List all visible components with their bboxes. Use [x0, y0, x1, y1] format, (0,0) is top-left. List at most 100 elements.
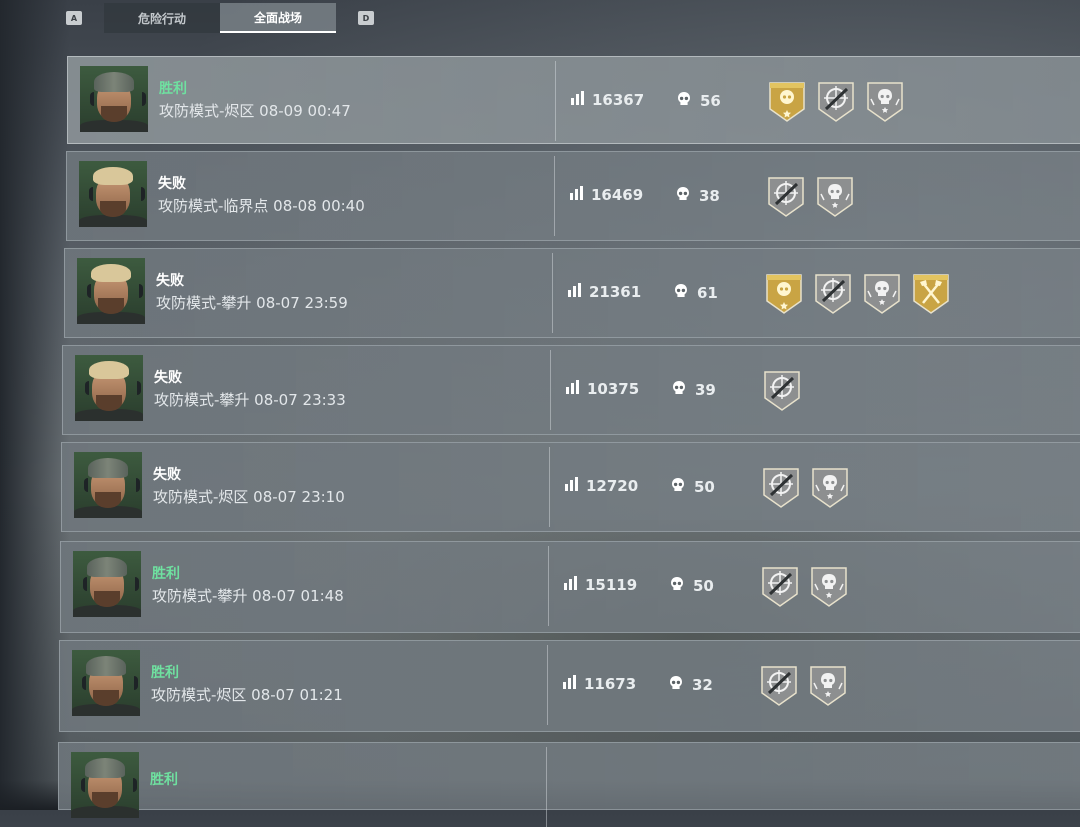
- score-value: 11673: [584, 675, 637, 693]
- skull-star-medal-icon[interactable]: [810, 566, 848, 608]
- crosshair-rifle-medal-icon[interactable]: [817, 81, 855, 123]
- crosshair-rifle-medal-icon[interactable]: [761, 566, 799, 608]
- medal-list: [763, 370, 801, 412]
- skull-star-medal-icon[interactable]: [866, 81, 904, 123]
- row-divider: [550, 350, 551, 430]
- match-result: 胜利: [150, 772, 178, 788]
- skull-star-medal-icon[interactable]: [863, 273, 901, 315]
- operator-avatar: [79, 161, 147, 227]
- match-history-list: 胜利 攻防模式-烬区 08-09 00:47 16367 56 失败 攻防模式-临界点 0…: [0, 0, 1080, 827]
- match-row[interactable]: 失败攻防模式-临界点 08-08 00:40 16469 38: [66, 151, 1080, 241]
- medal-list: [760, 665, 847, 707]
- kills-stat: 32: [668, 675, 713, 695]
- kills-stat: 50: [669, 576, 714, 596]
- skull-star-medal-icon[interactable]: [816, 176, 854, 218]
- match-result: 胜利: [152, 566, 180, 582]
- kills-value: 32: [692, 676, 713, 694]
- score-stat: 16367: [570, 91, 644, 109]
- match-mode-map-time: 攻防模式-攀升 08-07 23:59: [156, 294, 348, 312]
- operator-avatar: [73, 551, 141, 617]
- skull-icon: [673, 283, 689, 303]
- score-stat: 12720: [564, 477, 638, 495]
- bar-chart-icon: [565, 380, 581, 398]
- match-row[interactable]: 胜利 攻防模式-烬区 08-07 01:21 11673 32: [59, 640, 1080, 732]
- gold-skull-medal-icon[interactable]: [765, 273, 803, 315]
- match-row[interactable]: 胜利: [58, 742, 1080, 827]
- operator-avatar: [71, 752, 139, 818]
- operator-avatar: [77, 258, 145, 324]
- row-divider: [552, 253, 553, 333]
- kills-value: 38: [699, 187, 720, 205]
- score-stat: 10375: [565, 380, 639, 398]
- bar-chart-icon: [564, 477, 580, 495]
- match-mode-map-time: 攻防模式-临界点 08-08 00:40: [158, 197, 365, 215]
- row-divider: [554, 156, 555, 236]
- kills-value: 61: [697, 284, 718, 302]
- match-result: 失败: [154, 370, 182, 386]
- row-divider: [548, 546, 549, 626]
- row-divider: [555, 61, 556, 141]
- medal-list: [765, 273, 950, 315]
- operator-avatar: [72, 650, 140, 716]
- medal-list: [767, 176, 854, 218]
- score-value: 12720: [586, 477, 639, 495]
- match-row[interactable]: 胜利攻防模式-攀升 08-07 01:48 15119 50: [60, 541, 1080, 633]
- gold-axes-medal-icon[interactable]: [912, 273, 950, 315]
- skull-icon: [675, 186, 691, 206]
- row-divider: [549, 447, 550, 527]
- score-value: 15119: [585, 576, 638, 594]
- match-mode-map-time: 攻防模式-烬区 08-07 23:10: [153, 488, 345, 506]
- score-value: 21361: [589, 283, 642, 301]
- bar-chart-icon: [567, 283, 583, 301]
- crosshair-rifle-medal-icon[interactable]: [760, 665, 798, 707]
- match-result: 失败: [156, 273, 184, 289]
- row-divider: [547, 645, 548, 725]
- skull-icon: [669, 576, 685, 596]
- match-row[interactable]: 失败攻防模式-烬区 08-07 23:10 12720 50: [61, 442, 1080, 532]
- skull-icon: [670, 477, 686, 497]
- bar-chart-icon: [570, 91, 586, 109]
- skull-star-medal-icon[interactable]: [811, 467, 849, 509]
- score-stat: 16469: [569, 186, 643, 204]
- bar-chart-icon: [563, 576, 579, 594]
- skull-icon: [671, 380, 687, 400]
- score-value: 16469: [591, 186, 644, 204]
- kills-stat: 61: [673, 283, 718, 303]
- bar-chart-icon: [562, 675, 578, 693]
- skull-star-medal-icon[interactable]: [809, 665, 847, 707]
- kills-value: 39: [695, 381, 716, 399]
- match-mode-map-time: 攻防模式-攀升 08-07 01:48: [152, 587, 344, 605]
- score-value: 10375: [587, 380, 640, 398]
- kills-value: 50: [694, 478, 715, 496]
- crosshair-rifle-medal-icon[interactable]: [767, 176, 805, 218]
- medal-list: [762, 467, 849, 509]
- kills-stat: 38: [675, 186, 720, 206]
- kills-stat: 56: [676, 91, 721, 111]
- medal-list: [761, 566, 848, 608]
- crosshair-rifle-medal-icon[interactable]: [763, 370, 801, 412]
- match-result: 失败: [153, 467, 181, 483]
- match-result: 胜利: [159, 81, 187, 97]
- kills-stat: 50: [670, 477, 715, 497]
- score-value: 16367: [592, 91, 645, 109]
- bar-chart-icon: [569, 186, 585, 204]
- kills-stat: 39: [671, 380, 716, 400]
- kills-value: 50: [693, 577, 714, 595]
- skull-icon: [676, 91, 692, 111]
- operator-avatar: [75, 355, 143, 421]
- match-row[interactable]: 失败攻防模式-攀升 08-07 23:33 10375 39: [62, 345, 1080, 435]
- crosshair-rifle-medal-icon[interactable]: [814, 273, 852, 315]
- row-divider: [546, 747, 547, 827]
- gold-skull-medal-icon[interactable]: [768, 81, 806, 123]
- operator-avatar: [80, 66, 148, 132]
- kills-value: 56: [700, 92, 721, 110]
- match-mode-map-time: 攻防模式-攀升 08-07 23:33: [154, 391, 346, 409]
- crosshair-rifle-medal-icon[interactable]: [762, 467, 800, 509]
- match-row[interactable]: 失败攻防模式-攀升 08-07 23:59 21361 61: [64, 248, 1080, 338]
- operator-avatar: [74, 452, 142, 518]
- score-stat: 11673: [562, 675, 636, 693]
- match-mode-map-time: 攻防模式-烬区 08-09 00:47: [159, 102, 351, 120]
- skull-icon: [668, 675, 684, 695]
- match-result: 失败: [158, 176, 186, 192]
- match-row[interactable]: 胜利攻防模式-烬区 08-09 00:47 16367 56: [67, 56, 1080, 144]
